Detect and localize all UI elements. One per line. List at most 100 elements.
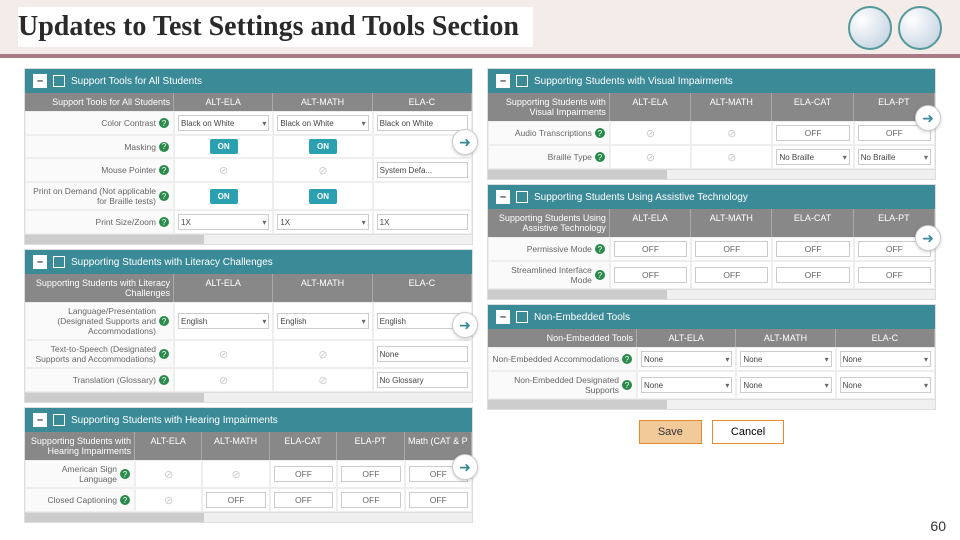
- value-cell: ON: [273, 182, 372, 210]
- collapse-button[interactable]: –: [33, 255, 47, 269]
- off-value[interactable]: OFF: [341, 492, 400, 508]
- collapse-button[interactable]: –: [496, 310, 510, 324]
- dropdown[interactable]: None: [641, 377, 732, 393]
- value-cell: OFF: [772, 261, 853, 289]
- toggle-on[interactable]: ON: [210, 189, 238, 204]
- collapse-button[interactable]: –: [496, 190, 510, 204]
- toggle-on[interactable]: ON: [309, 189, 337, 204]
- dropdown[interactable]: None: [840, 351, 931, 367]
- state-seal-icon: [898, 6, 942, 50]
- toggle-on[interactable]: ON: [210, 139, 238, 154]
- dropdown[interactable]: Black on White: [178, 115, 269, 131]
- off-value[interactable]: OFF: [776, 267, 849, 283]
- value-cell: ⊘: [273, 368, 372, 392]
- dropdown[interactable]: None: [641, 351, 732, 367]
- horizontal-scrollbar[interactable]: [25, 512, 472, 522]
- help-icon[interactable]: ?: [120, 495, 130, 505]
- text-input[interactable]: Black on White: [377, 115, 468, 131]
- settings-grid: Supporting Students with Literacy Challe…: [25, 274, 472, 392]
- dropdown[interactable]: 1X: [178, 214, 269, 230]
- text-input[interactable]: System Defa...: [377, 162, 468, 178]
- horizontal-scrollbar[interactable]: [488, 289, 935, 299]
- dropdown[interactable]: English: [277, 313, 368, 329]
- help-icon[interactable]: ?: [622, 380, 632, 390]
- dropdown[interactable]: 1X: [277, 214, 368, 230]
- column-header: ELA-CAT: [270, 432, 337, 460]
- page-title: Updates to Test Settings and Tools Secti…: [18, 7, 533, 47]
- off-value[interactable]: OFF: [614, 267, 687, 283]
- help-icon[interactable]: ?: [159, 316, 169, 326]
- value-cell: ON: [174, 135, 273, 158]
- dropdown[interactable]: None: [740, 377, 831, 393]
- cancel-button[interactable]: Cancel: [712, 420, 784, 444]
- help-icon[interactable]: ?: [159, 375, 169, 385]
- off-value[interactable]: OFF: [409, 492, 468, 508]
- off-value[interactable]: OFF: [274, 492, 333, 508]
- off-value[interactable]: OFF: [274, 466, 333, 482]
- off-value[interactable]: OFF: [206, 492, 265, 508]
- value-cell: English: [273, 302, 372, 340]
- setting-label: Translation (Glossary)?: [25, 368, 174, 392]
- off-value[interactable]: OFF: [695, 241, 768, 257]
- help-icon[interactable]: ?: [159, 217, 169, 227]
- toggle-on[interactable]: ON: [309, 139, 337, 154]
- disabled-icon: ⊘: [646, 151, 655, 164]
- value-cell: OFF: [610, 261, 691, 289]
- dropdown[interactable]: No Braille: [776, 149, 849, 165]
- value-cell: ⊘: [135, 488, 202, 512]
- off-value[interactable]: OFF: [776, 125, 849, 141]
- horizontal-scrollbar[interactable]: [488, 169, 935, 179]
- horizontal-scrollbar[interactable]: [25, 234, 472, 244]
- dropdown[interactable]: No Braille: [858, 149, 931, 165]
- horizontal-scrollbar[interactable]: [25, 392, 472, 402]
- text-input[interactable]: None: [377, 346, 468, 362]
- text-input[interactable]: No Glossary: [377, 372, 468, 388]
- help-icon[interactable]: ?: [595, 270, 605, 280]
- help-icon[interactable]: ?: [159, 165, 169, 175]
- callout-arrow-icon: ➜: [915, 225, 941, 251]
- off-value[interactable]: OFF: [776, 241, 849, 257]
- value-cell: ⊘: [174, 340, 273, 368]
- off-value[interactable]: OFF: [858, 267, 931, 283]
- setting-label: Mouse Pointer?: [25, 158, 174, 182]
- setting-label: Permissive Mode?: [488, 237, 610, 261]
- panel-header: – Supporting Students with Hearing Impair…: [25, 408, 472, 432]
- dropdown[interactable]: English: [178, 313, 269, 329]
- panel-header: –Supporting Students Using Assistive Tec…: [488, 185, 935, 209]
- horizontal-scrollbar[interactable]: [488, 399, 935, 409]
- setting-label: Print Size/Zoom?: [25, 210, 174, 234]
- help-icon[interactable]: ?: [595, 128, 605, 138]
- save-button[interactable]: Save: [639, 420, 702, 444]
- help-icon[interactable]: ?: [159, 349, 169, 359]
- setting-label: Braille Type?: [488, 145, 610, 169]
- help-icon[interactable]: ?: [159, 191, 169, 201]
- collapse-button[interactable]: –: [33, 74, 47, 88]
- callout-arrow-icon: ➜: [915, 105, 941, 131]
- disabled-icon: ⊘: [727, 127, 736, 140]
- help-icon[interactable]: ?: [159, 118, 169, 128]
- off-value[interactable]: OFF: [695, 267, 768, 283]
- panel-title: Supporting Students with Hearing Impairm…: [71, 415, 278, 426]
- setting-label: Non-Embedded Designated Supports?: [488, 371, 637, 399]
- logo-group: [848, 6, 942, 50]
- collapse-button[interactable]: –: [496, 74, 510, 88]
- help-icon[interactable]: ?: [595, 152, 605, 162]
- disabled-icon: ⊘: [164, 468, 173, 481]
- dropdown[interactable]: None: [740, 351, 831, 367]
- off-value[interactable]: OFF: [341, 466, 400, 482]
- off-value[interactable]: OFF: [614, 241, 687, 257]
- help-icon[interactable]: ?: [622, 354, 632, 364]
- setting-label: Print on Demand (Not applicable for Brai…: [25, 182, 174, 210]
- dropdown[interactable]: Black on White: [277, 115, 368, 131]
- panel-icon: [516, 191, 528, 203]
- column-header: ALT-MATH: [691, 209, 772, 237]
- setting-label: Audio Transcriptions?: [488, 121, 610, 145]
- text-input[interactable]: 1X: [377, 214, 468, 230]
- panel-title: Non-Embedded Tools: [534, 312, 630, 323]
- help-icon[interactable]: ?: [595, 244, 605, 254]
- help-icon[interactable]: ?: [159, 142, 169, 152]
- collapse-button[interactable]: –: [33, 413, 47, 427]
- dropdown[interactable]: None: [840, 377, 931, 393]
- right-column: –Supporting Students with Visual Impairm…: [487, 68, 936, 527]
- help-icon[interactable]: ?: [120, 469, 130, 479]
